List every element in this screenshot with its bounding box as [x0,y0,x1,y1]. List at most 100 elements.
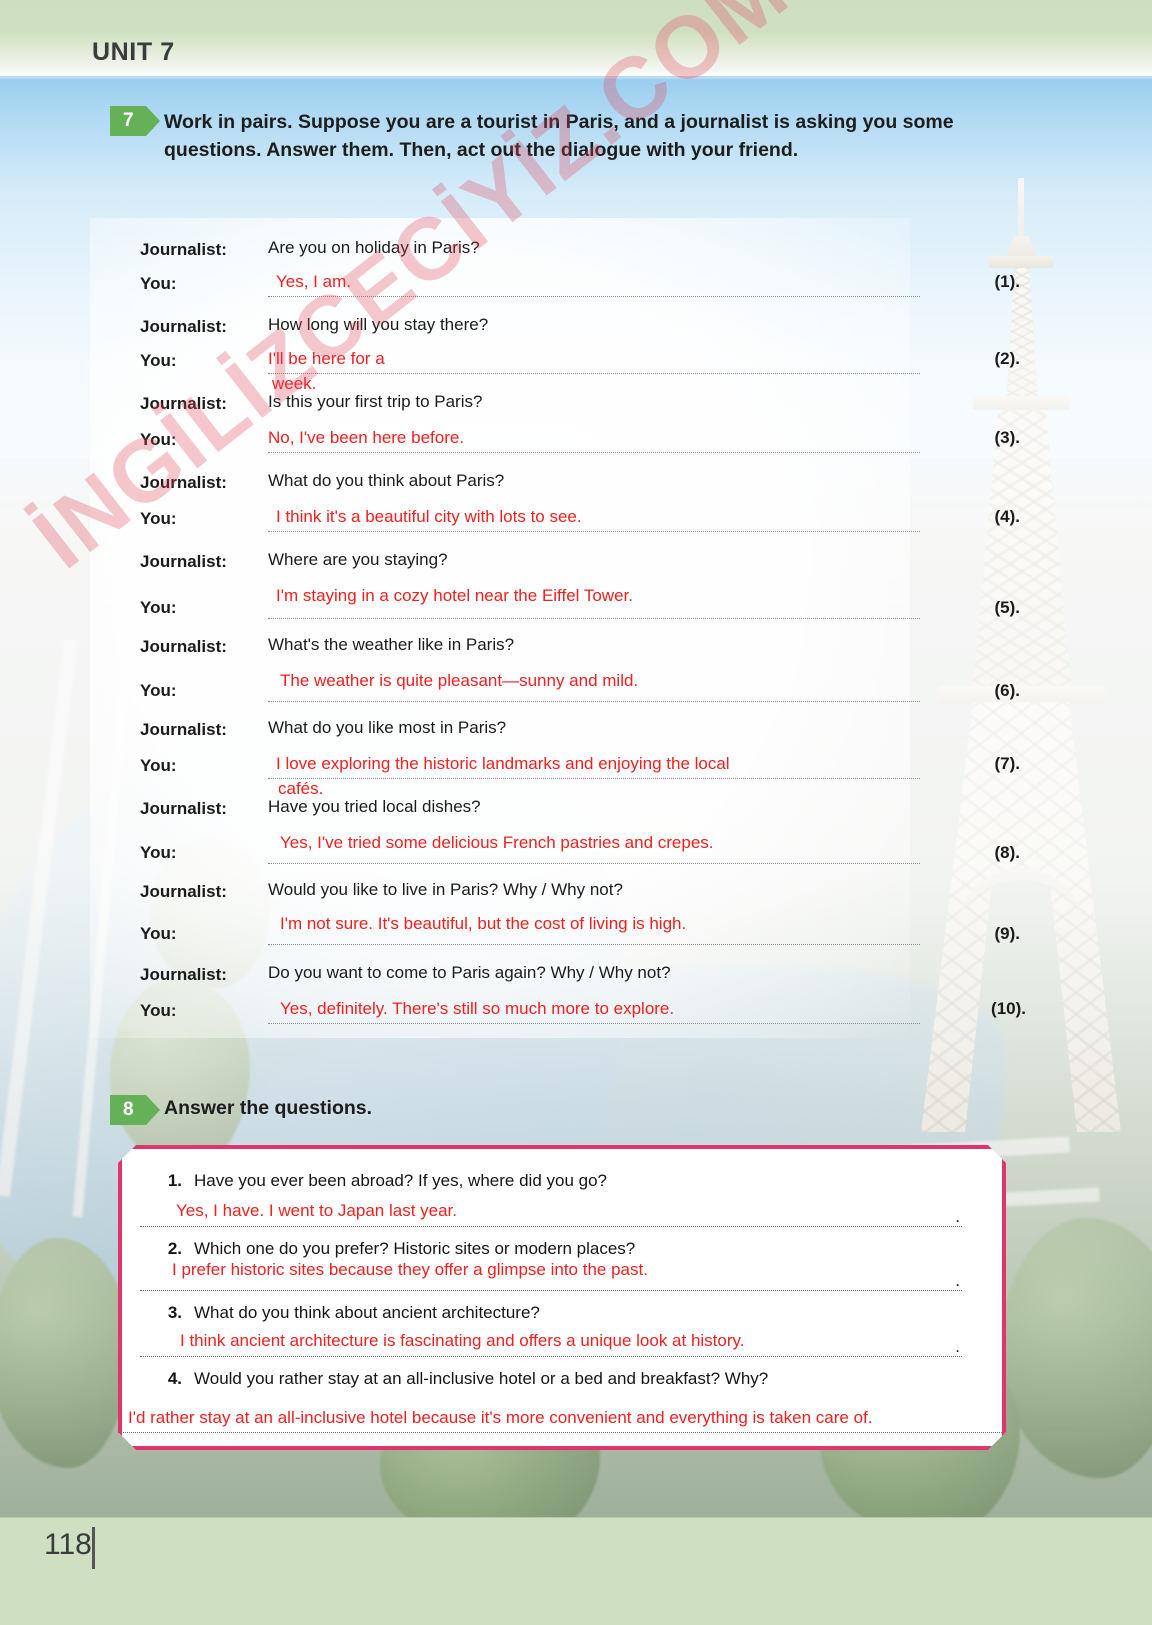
role-label-you: You: [140,351,177,370]
question-answer-row[interactable]: I prefer historic sites because they off… [140,1260,984,1291]
answer-blank-line[interactable]: The weather is quite pleasant—sunny and … [268,671,920,702]
question-number: 4. [167,1369,182,1388]
page-number-rule [92,1527,95,1569]
question-text: Would you rather stay at an all-inclusiv… [194,1369,769,1388]
answer-blank-line[interactable] [118,1432,1002,1433]
dialogue-question-row: Journalist: Have you tried local dishes? [140,797,920,819]
question-number: 2. [167,1239,182,1258]
role-label-journalist: Journalist: [140,637,227,656]
answer-blank-line[interactable]: I'm not sure. It's beautiful, but the co… [268,914,920,945]
answer-blank-line[interactable]: I think it's a beautiful city with lots … [268,507,920,532]
answer-field-wrapper[interactable]: The weather is quite pleasant—sunny and … [268,671,1020,702]
student-answer: I'm staying in a cozy hotel near the Eif… [276,586,633,605]
role-label-journalist: Journalist: [140,317,227,336]
textbook-page: UNIT 7 7 Work in pairs. Suppose you are … [0,0,1152,1625]
header-divider-rule [0,76,1152,79]
student-answer: I think it's a beautiful city with lots … [276,507,582,526]
dialogue-question-row: Journalist: What's the weather like in P… [140,635,920,657]
answer-blank-line[interactable]: I'm staying in a cozy hotel near the Eif… [268,586,920,619]
role-label-you: You: [140,924,177,943]
student-answer: Yes, I've tried some delicious French pa… [280,833,714,852]
questions-box-content: 1. Have you ever been abroad? If yes, wh… [118,1145,1006,1450]
dialogue-question-row: Journalist: Are you on holiday in Paris? [140,238,920,260]
dialogue-answer-row: You: The weather is quite pleasant—sunny… [140,671,1020,702]
student-answer-line2: week. [272,374,317,393]
answer-blank-line[interactable]: I love exploring the historic landmarks … [268,754,920,779]
answer-field-wrapper[interactable]: Yes, definitely. There's still so much m… [268,999,1026,1024]
student-answer: Yes, definitely. There's still so much m… [280,999,675,1018]
exercise-7-instruction: Work in pairs. Suppose you are a tourist… [164,111,954,162]
role-label-you: You: [140,430,177,449]
answer-field-wrapper[interactable]: Yes, I've tried some delicious French pa… [268,833,1020,864]
answer-blank-line[interactable]: No, I've been here before. [268,428,920,453]
answer-blank-line[interactable]: I'll be here for a [268,349,920,374]
question-line: 2. Which one do you prefer? Historic sit… [140,1239,984,1259]
dialogue-question-row: Journalist: Where are you staying? [140,550,920,572]
dialogue-answer-row: You: I'm not sure. It's beautiful, but t… [140,914,1020,945]
role-label-you: You: [140,681,177,700]
answer-number-label: (4). [994,507,1021,526]
answer-field-wrapper[interactable]: I love exploring the historic landmarks … [268,754,1020,799]
answer-blank-line[interactable]: Yes, definitely. There's still so much m… [268,999,920,1024]
answer-number-label: (6). [994,681,1021,700]
answer-number-label: (10). [991,999,1026,1018]
journalist-question: What do you think about Paris? [268,471,505,490]
exercise-8-instruction: Answer the questions. [164,1097,373,1119]
answer-field-wrapper[interactable]: I'm staying in a cozy hotel near the Eif… [268,586,1020,619]
role-label-journalist: Journalist: [140,240,227,259]
dialogue-answer-row: You: Yes, I've tried some delicious Fren… [140,833,1020,864]
role-label-journalist: Journalist: [140,965,227,984]
dialogue-question-row: Journalist: Is this your first trip to P… [140,392,920,414]
unit-title: UNIT 7 [92,38,175,66]
dialogue-answer-row: You: No, I've been here before. (3). [140,428,1020,453]
dialogue-answer-row: You: I think it's a beautiful city with … [140,507,1020,532]
answer-field-wrapper[interactable]: Yes, I am. (1). [268,272,1020,297]
answer-blank-line[interactable]: I prefer historic sites because they off… [140,1260,962,1291]
journalist-question: How long will you stay there? [268,315,489,334]
student-answer: I'll be here for a [268,349,385,368]
answer-field-wrapper[interactable]: I'll be here for a week. (2). [268,349,1020,394]
dialogue-answer-row: You: I'll be here for a week. (2). [140,349,1020,394]
answer-number-label: (3). [994,428,1021,447]
journalist-question: Where are you staying? [268,550,448,569]
role-label-journalist: Journalist: [140,799,227,818]
journalist-question: Is this your first trip to Paris? [268,392,483,411]
dialogue-answer-row: You: Yes, I am. (1). [140,272,1020,297]
role-label-you: You: [140,509,177,528]
answer-field-wrapper[interactable]: I think it's a beautiful city with lots … [268,507,1020,532]
question-text: What do you think about ancient architec… [194,1303,540,1322]
journalist-question: Do you want to come to Paris again? Why … [268,963,671,982]
question-item: 2. Which one do you prefer? Historic sit… [140,1239,984,1291]
question-answer-row[interactable]: Yes, I have. I went to Japan last year. … [140,1201,984,1227]
role-label-you: You: [140,1001,177,1020]
role-label-journalist: Journalist: [140,720,227,739]
question-number: 1. [167,1171,182,1190]
page-footer-band [0,1518,1152,1625]
answer-blank-line[interactable]: Yes, I've tried some delicious French pa… [268,833,920,864]
student-answer: I prefer historic sites because they off… [172,1260,648,1279]
journalist-question: Are you on holiday in Paris? [268,238,480,257]
answer-field-wrapper[interactable]: I'm not sure. It's beautiful, but the co… [268,914,1020,945]
role-label-journalist: Journalist: [140,473,227,492]
page-number: 118 [44,1528,92,1561]
answer-number-label: (2). [994,349,1021,368]
answer-blank-line[interactable]: I think ancient architecture is fascinat… [140,1331,962,1357]
answer-number-label: (9). [994,924,1021,943]
journalist-question: What's the weather like in Paris? [268,635,515,654]
sentence-end-dot: . [955,1271,960,1290]
question-number: 3. [167,1303,182,1322]
question-item: 3. What do you think about ancient archi… [140,1303,984,1357]
question-line: 4. Would you rather stay at an all-inclu… [140,1369,984,1389]
dialogue-answer-row: You: Yes, definitely. There's still so m… [140,999,1026,1024]
question-text: Have you ever been abroad? If yes, where… [194,1171,607,1190]
student-answer: I'm not sure. It's beautiful, but the co… [280,914,687,933]
question-line: 3. What do you think about ancient archi… [140,1303,984,1323]
answer-number-label: (5). [994,598,1021,617]
role-label-you: You: [140,756,177,775]
answer-blank-line[interactable]: Yes, I have. I went to Japan last year. … [140,1201,962,1227]
answer-field-wrapper[interactable]: No, I've been here before. (3). [268,428,1020,453]
answer-blank-line[interactable]: Yes, I am. [268,272,920,297]
question-answer-row[interactable]: I think ancient architecture is fascinat… [140,1331,984,1357]
answer-number-label: (1). [994,272,1021,291]
role-label-journalist: Journalist: [140,882,227,901]
